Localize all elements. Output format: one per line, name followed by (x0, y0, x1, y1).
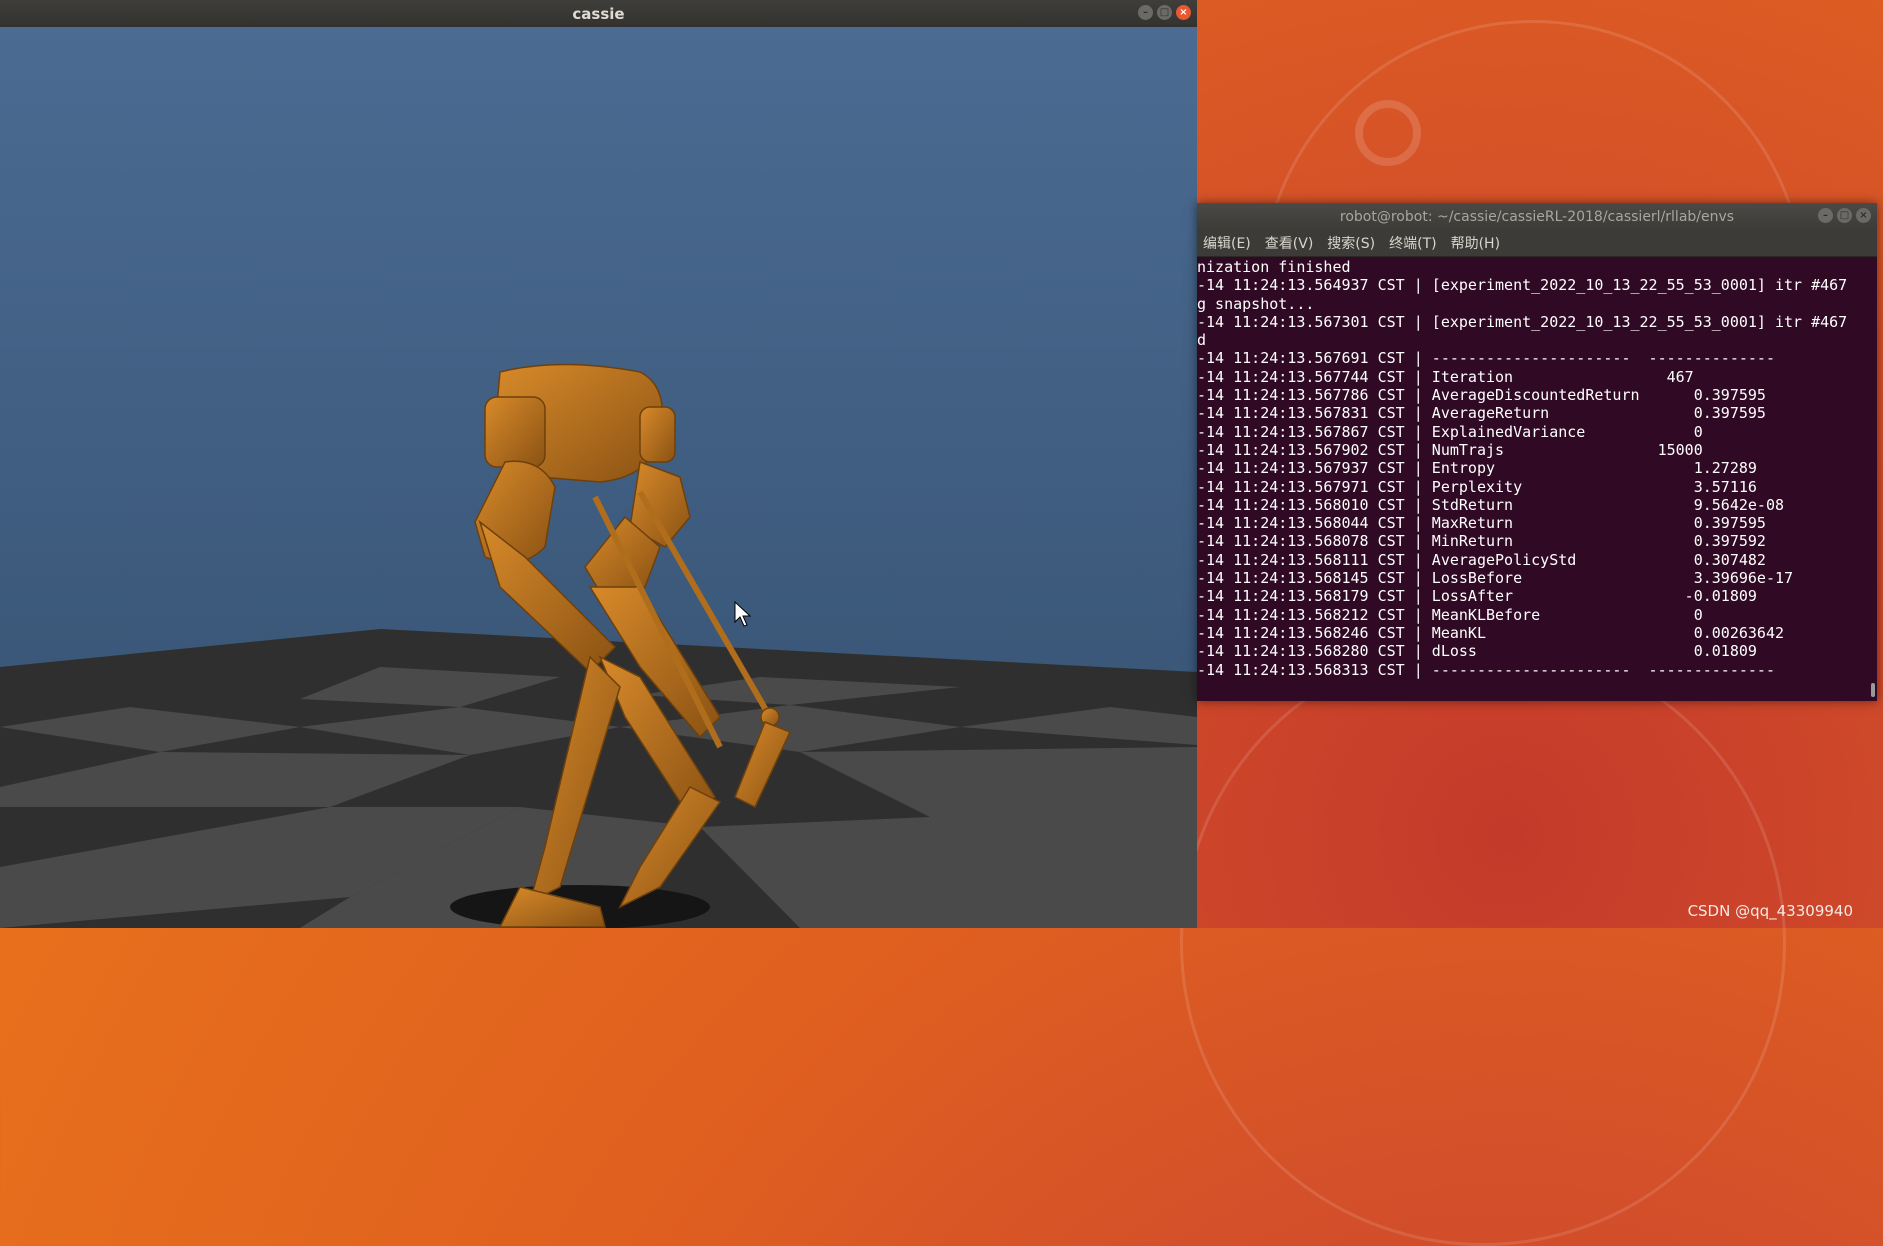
minimize-icon[interactable]: – (1138, 5, 1153, 20)
terminal-line: -14 11:24:13.568111 CST | AveragePolicyS… (1197, 550, 1766, 569)
terminal-title: robot@robot: ~/cassie/cassieRL-2018/cass… (1339, 208, 1735, 225)
close-icon[interactable]: × (1856, 208, 1871, 223)
terminal-titlebar[interactable]: robot@robot: ~/cassie/cassieRL-2018/cass… (1197, 203, 1877, 230)
menu-edit[interactable]: 编辑(E) (1203, 233, 1251, 253)
terminal-menubar: 编辑(E) 查看(V) 搜索(S) 终端(T) 帮助(H) (1197, 230, 1877, 257)
maximize-icon[interactable]: □ (1837, 208, 1852, 223)
terminal-line: -14 11:24:13.568179 CST | LossAfter -0.0… (1197, 587, 1757, 606)
maximize-icon[interactable]: □ (1157, 5, 1172, 20)
terminal-line: -14 11:24:13.568078 CST | MinReturn 0.39… (1197, 532, 1766, 551)
terminal-line: -14 11:24:13.564937 CST | [experiment_20… (1197, 276, 1848, 295)
sim-scene (0, 27, 1197, 928)
terminal-line: -14 11:24:13.568145 CST | LossBefore 3.3… (1197, 569, 1794, 588)
sim-3d-viewport[interactable] (0, 27, 1197, 928)
csdn-watermark: CSDN @qq_43309940 (1687, 902, 1853, 920)
terminal-scrollbar[interactable] (1871, 683, 1875, 697)
terminal-line: d (1197, 331, 1207, 350)
terminal-window-controls: – □ × (1818, 208, 1871, 223)
sim-window-controls: – □ × (1138, 5, 1191, 20)
terminal-line: -14 11:24:13.567902 CST | NumTrajs 15000 (1197, 440, 1703, 459)
sim-window-title: cassie (572, 4, 625, 23)
terminal-line: -14 11:24:13.567867 CST | ExplainedVaria… (1197, 422, 1703, 441)
terminal-line: g snapshot... (1197, 294, 1315, 313)
terminal-line: -14 11:24:13.567831 CST | AverageReturn … (1197, 404, 1766, 423)
terminal-line: -14 11:24:13.568246 CST | MeanKL 0.00263… (1197, 623, 1784, 642)
terminal-line: -14 11:24:13.567744 CST | Iteration 467 (1197, 367, 1694, 386)
desktop-wallpaper-ring-lower (1180, 640, 1786, 1246)
terminal-line: -14 11:24:13.568313 CST | --------------… (1197, 660, 1775, 679)
menu-terminal[interactable]: 终端(T) (1389, 233, 1436, 253)
terminal-line: -14 11:24:13.567301 CST | [experiment_20… (1197, 312, 1848, 331)
terminal-window[interactable]: robot@robot: ~/cassie/cassieRL-2018/cass… (1197, 203, 1877, 701)
menu-view[interactable]: 查看(V) (1265, 233, 1314, 253)
terminal-line: -14 11:24:13.567786 CST | AverageDiscoun… (1197, 386, 1766, 405)
terminal-line: -14 11:24:13.568044 CST | MaxReturn 0.39… (1197, 514, 1766, 533)
terminal-line: -14 11:24:13.567971 CST | Perplexity 3.5… (1197, 477, 1757, 496)
desktop-wallpaper-ring-small (1355, 100, 1421, 166)
terminal-output[interactable]: nization finished -14 11:24:13.564937 CS… (1197, 256, 1877, 701)
cassie-sim-window[interactable]: cassie – □ × (0, 0, 1197, 928)
terminal-line: -14 11:24:13.567691 CST | --------------… (1197, 349, 1775, 368)
terminal-line: nization finished (1197, 258, 1351, 276)
minimize-icon[interactable]: – (1818, 208, 1833, 223)
terminal-line: -14 11:24:13.568280 CST | dLoss 0.01809 (1197, 642, 1757, 661)
close-icon[interactable]: × (1176, 5, 1191, 20)
sim-titlebar[interactable]: cassie – □ × (0, 0, 1197, 27)
menu-help[interactable]: 帮助(H) (1451, 233, 1500, 253)
terminal-line: -14 11:24:13.568212 CST | MeanKLBefore 0 (1197, 605, 1703, 624)
terminal-line: -14 11:24:13.568010 CST | StdReturn 9.56… (1197, 495, 1784, 514)
menu-search[interactable]: 搜索(S) (1327, 233, 1375, 253)
terminal-line: -14 11:24:13.567937 CST | Entropy 1.2728… (1197, 459, 1757, 478)
